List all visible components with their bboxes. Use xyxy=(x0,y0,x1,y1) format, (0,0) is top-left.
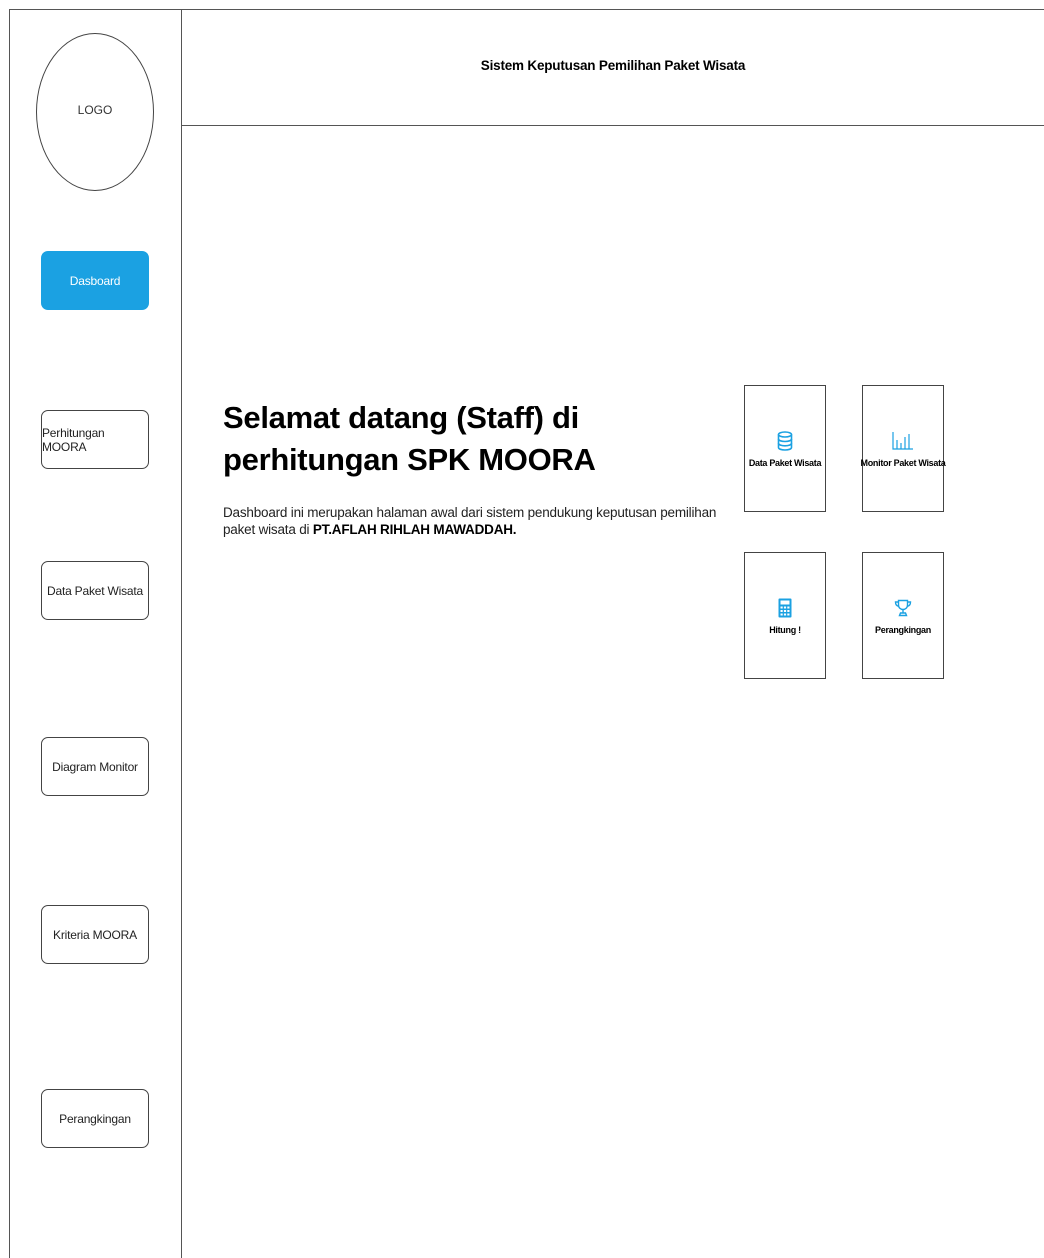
logo-text: LOGO xyxy=(77,103,113,117)
database-icon xyxy=(774,430,796,452)
company-name: PT.AFLAH RIHLAH MAWADDAH. xyxy=(312,522,517,537)
sidebar-item-label: Perangkingan xyxy=(59,1111,131,1126)
card-hitung[interactable]: Hitung ! xyxy=(744,552,826,679)
sidebar-item-label: Kriteria MOORA xyxy=(53,927,137,942)
card-label: Perangkingan xyxy=(875,624,931,635)
sidebar-item-label: Perhitungan MOORA xyxy=(42,425,105,454)
sidebar-divider xyxy=(181,9,182,1258)
welcome-title: Selamat datang (Staff) di perhitungan SP… xyxy=(223,400,596,477)
sidebar-item-diagram-monitor[interactable]: Diagram Monitor xyxy=(41,737,149,796)
page-title: Sistem Keputusan Pemilihan Paket Wisata xyxy=(480,58,746,73)
card-data-paket-wisata[interactable]: Data Paket Wisata xyxy=(744,385,826,512)
card-monitor-paket-wisata[interactable]: Monitor Paket Wisata xyxy=(860,385,946,512)
sidebar-item-perangkingan[interactable]: Perangkingan xyxy=(41,1089,149,1148)
card-label: Data Paket Wisata xyxy=(748,457,822,468)
sidebar-item-label: Diagram Monitor xyxy=(52,759,138,774)
calculator-icon xyxy=(774,597,796,619)
sidebar-item-label: Data Paket Wisata xyxy=(47,583,143,598)
card-label: Monitor Paket Wisata xyxy=(860,457,946,468)
card-perangkingan[interactable]: Perangkingan xyxy=(862,552,944,679)
sidebar-item-perhitungan-moora[interactable]: Perhitungan MOORA xyxy=(41,410,149,469)
sidebar-item-label: Dasboard xyxy=(69,273,121,288)
welcome-description: Dashboard ini merupakan halaman awal dar… xyxy=(223,504,723,538)
header-divider xyxy=(182,125,1044,126)
sidebar-item-dashboard[interactable]: Dasboard xyxy=(41,251,149,310)
sidebar-item-kriteria-moora[interactable]: Kriteria MOORA xyxy=(41,905,149,964)
bar-chart-icon xyxy=(892,430,914,452)
logo: LOGO xyxy=(36,33,154,191)
trophy-icon xyxy=(892,597,914,619)
sidebar-item-data-paket-wisata[interactable]: Data Paket Wisata xyxy=(41,561,149,620)
card-label: Hitung ! xyxy=(769,624,801,635)
